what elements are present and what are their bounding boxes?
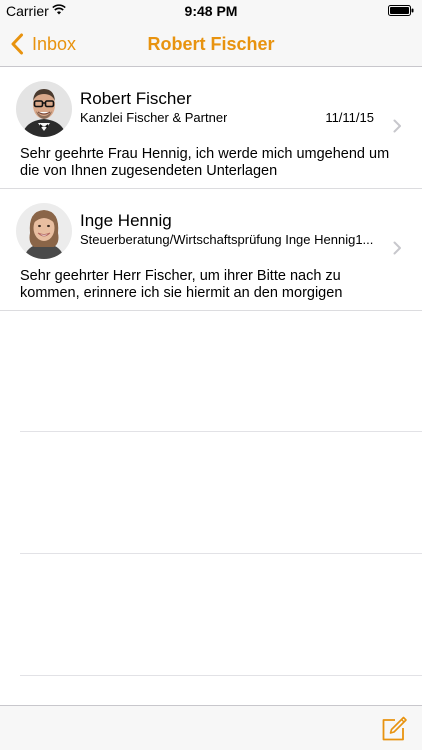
message-date: 11/11/15: [325, 110, 374, 125]
message-list: Robert Fischer Kanzlei Fischer & Partner…: [0, 67, 422, 311]
status-time: 9:48 PM: [184, 3, 238, 19]
sender-company: Steuerberatung/Wirtschaftsprüfung Inge H…: [80, 232, 374, 247]
battery-icon: [388, 5, 414, 16]
sender-name: Robert Fischer: [80, 89, 192, 108]
empty-row-divider: [20, 553, 422, 554]
sender-name: Inge Hennig: [80, 211, 172, 230]
message-preview: Sehr geehrte Frau Hennig, ich werde mich…: [20, 146, 390, 179]
bottom-toolbar: [0, 705, 422, 750]
page-title: Robert Fischer: [147, 34, 275, 54]
navigation-bar: Inbox Robert Fischer: [0, 22, 422, 67]
message-row[interactable]: Inge Hennig Steuerberatung/Wirtschaftspr…: [0, 189, 422, 311]
message-preview: Sehr geehrter Herr Fischer, um ihrer Bit…: [20, 268, 343, 301]
sender-company: Kanzlei Fischer & Partner: [80, 110, 228, 125]
empty-row-divider: [20, 431, 422, 432]
empty-row-divider: [20, 675, 422, 676]
screen: Carrier 9:48 PM Inbox Robert Fischer Rob…: [0, 0, 422, 750]
avatar-inge-hennig: [16, 203, 72, 259]
compose-icon[interactable]: [380, 715, 408, 743]
message-row[interactable]: Robert Fischer Kanzlei Fischer & Partner…: [0, 67, 422, 189]
status-bar: Carrier 9:48 PM: [0, 0, 422, 22]
chevron-right-icon: [393, 241, 401, 255]
avatar-robert-fischer: [16, 81, 72, 137]
chevron-right-icon: [393, 119, 401, 133]
